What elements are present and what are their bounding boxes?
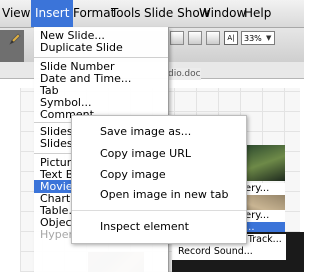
context-menu: Save image as... Copy image URL Copy ima… [71, 115, 247, 244]
open-image-new-tab-item[interactable]: Open image in new tab [100, 188, 228, 202]
pencil-icon[interactable] [8, 31, 22, 45]
copy-image-url-item[interactable]: Copy image URL [100, 147, 191, 161]
toolbar-icon-3[interactable] [206, 31, 220, 45]
toolbar-icon-2[interactable] [188, 31, 202, 45]
submenu-item[interactable]: ery... [245, 210, 285, 222]
photo-thumbnail [245, 145, 285, 181]
copy-image-item[interactable]: Copy image [100, 168, 166, 182]
menu-format[interactable]: Format [73, 0, 115, 27]
abc-icon[interactable]: A| [224, 31, 238, 45]
menu-insert[interactable]: Insert [31, 0, 74, 27]
menu-view[interactable]: View [2, 0, 30, 27]
chevron-down-icon[interactable]: ▼ [266, 34, 271, 42]
menu-separator [34, 57, 168, 58]
context-menu-separator [72, 210, 246, 211]
submenu-item[interactable]: ery... [245, 183, 285, 195]
toolbar-icon-1[interactable] [170, 31, 184, 45]
menu-window[interactable]: Window [199, 0, 246, 27]
save-image-as-item[interactable]: Save image as... [100, 125, 191, 139]
inspect-element-item[interactable]: Inspect element [100, 220, 189, 234]
file-tab[interactable]: dio.doc [168, 68, 201, 80]
menu-tools[interactable]: Tools [111, 0, 141, 27]
submenu-item-record-sound[interactable]: Record Sound... [178, 246, 286, 258]
menu-bar: View Insert Format Tools Slide Show Wind… [0, 0, 304, 28]
menu-help[interactable]: Help [244, 0, 271, 27]
menu-item-duplicate-slide[interactable]: Duplicate Slide [40, 41, 123, 54]
